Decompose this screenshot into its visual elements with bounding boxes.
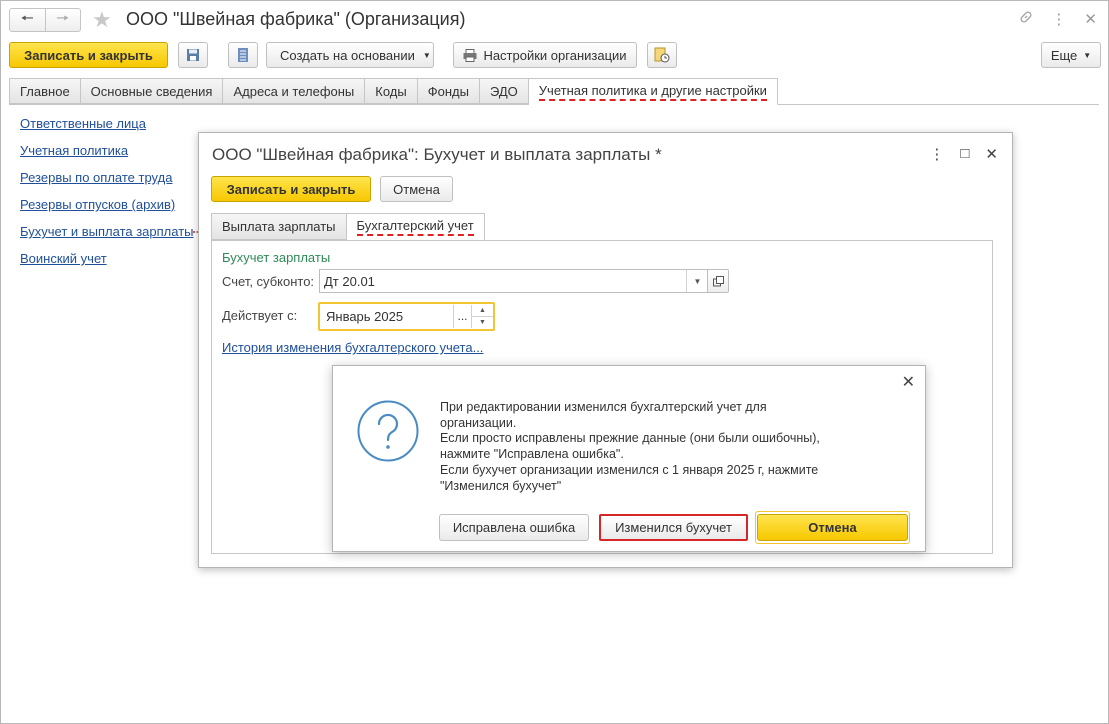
chevron-down-icon[interactable]: ▼ (472, 316, 493, 328)
document-list-icon (238, 48, 248, 62)
more-button[interactable]: Еще ▼ (1041, 42, 1101, 68)
forward-button[interactable]: 🠖 (44, 9, 81, 31)
link-military-records[interactable]: Воинский учет (20, 252, 194, 279)
link-payroll-accounting[interactable]: Бухучет и выплата зарплаты (20, 225, 194, 252)
tab-codes[interactable]: Коды (365, 78, 418, 104)
printer-icon (463, 48, 477, 62)
tab-edo[interactable]: ЭДО (479, 78, 529, 104)
vertical-dots-icon[interactable]: ⋮ (929, 145, 944, 163)
tab-label: Главное (20, 83, 70, 99)
create-based-on-label: Создать на основании (280, 47, 415, 63)
maximize-icon[interactable]: □ (960, 145, 969, 163)
report-button[interactable] (647, 42, 677, 68)
close-icon[interactable]: ✕ (985, 145, 998, 163)
create-based-on-button[interactable]: Создать на основании ▼ (266, 42, 434, 68)
account-field[interactable]: Дт 20.01 ▼ (319, 269, 709, 293)
arrow-right-icon: 🠖 (56, 9, 70, 27)
accounting-changed-button[interactable]: Изменился бухучет (599, 514, 748, 541)
fixed-error-button[interactable]: Исправлена ошибка (439, 514, 589, 541)
tab-label: Выплата зарплаты (222, 219, 336, 234)
message-line: организации. (440, 415, 517, 430)
chevron-down-icon: ▼ (1083, 50, 1092, 60)
tab-label: Фонды (427, 83, 469, 99)
floppy-icon (187, 49, 199, 61)
document-list-button[interactable] (228, 42, 258, 68)
close-icon[interactable]: ✕ (902, 372, 915, 392)
group-title: Бухучет зарплаты (222, 250, 331, 265)
arrow-left-icon: 🠔 (20, 9, 34, 27)
vertical-dots-icon[interactable]: ⋮ (1051, 10, 1066, 28)
subwindow-title: ООО "Швейная фабрика": Бухучет и выплата… (212, 145, 662, 164)
account-value: Дт 20.01 (324, 273, 375, 289)
tab-label: Основные сведения (90, 83, 213, 99)
tab-label: Бухгалтерский учет (356, 218, 474, 236)
link-payroll-reserves[interactable]: Резервы по оплате труда (20, 171, 194, 198)
open-account-button[interactable] (707, 269, 729, 293)
report-clock-icon (654, 47, 670, 63)
link-icon[interactable] (1019, 10, 1033, 28)
open-window-icon (712, 275, 724, 286)
dialog-message: При редактировании изменился бухгалтерск… (440, 400, 860, 494)
tab-funds[interactable]: Фонды (417, 78, 480, 104)
question-icon (357, 400, 419, 462)
message-line: "Изменился бухучет" (440, 478, 562, 493)
tab-label: Учетная политика и другие настройки (538, 83, 767, 101)
main-tabs: Главное Основные сведения Адреса и телеф… (9, 78, 778, 105)
more-label: Еще (1050, 47, 1078, 63)
message-line: нажмите "Исправлена ошибка". (440, 447, 624, 462)
org-settings-button[interactable]: Настройки организации (453, 42, 637, 68)
period-stepper[interactable]: ▲ ▼ (471, 305, 493, 328)
window-controls: ⋮ ✕ (1019, 10, 1097, 28)
confirmation-dialog: ✕ При редактировании изменился бухгалтер… (332, 365, 926, 552)
link-accounting-policy[interactable]: Учетная политика (20, 144, 194, 171)
account-label: Счет, субконто: (222, 274, 315, 289)
star-icon[interactable]: ★ (92, 7, 112, 33)
select-period-button[interactable]: ... (453, 305, 471, 328)
navigation-group: 🠔 🠖 (9, 8, 81, 32)
effective-date-value: Январь 2025 (326, 309, 404, 324)
tab-addresses[interactable]: Адреса и телефоны (223, 78, 366, 104)
tab-label: ЭДО (489, 83, 518, 99)
org-settings-label: Настройки организации (483, 47, 627, 63)
back-button[interactable]: 🠔 (10, 9, 45, 31)
tab-accounting-policy[interactable]: Учетная политика и другие настройки (528, 78, 778, 105)
link-vacation-reserves[interactable]: Резервы отпусков (архив) (20, 198, 194, 225)
tab-label: Адреса и телефоны (233, 83, 355, 99)
message-line: Если бухучет организации изменился с 1 я… (440, 462, 819, 477)
link-responsible-persons[interactable]: Ответственные лица (20, 117, 194, 144)
subwindow-controls: ⋮ □ ✕ (929, 145, 998, 163)
chevron-down-icon: ▼ (422, 50, 431, 60)
dialog-cancel-button[interactable]: Отмена (757, 514, 908, 541)
tab-basic-info[interactable]: Основные сведения (80, 78, 224, 104)
tab-label: Коды (375, 83, 407, 99)
subwindow-cancel-button[interactable]: Отмена (380, 176, 453, 202)
close-icon[interactable]: ✕ (1084, 10, 1097, 28)
chevron-down-icon[interactable]: ▼ (686, 270, 708, 292)
message-line: При редактировании изменился бухгалтерск… (440, 400, 767, 414)
tab-salary-payment[interactable]: Выплата зарплаты (211, 213, 347, 240)
effective-date-field[interactable]: Январь 2025 ... ▲ ▼ (318, 302, 495, 331)
side-links: Ответственные лица Учетная политика Резе… (20, 117, 194, 279)
subwindow-tabs: Выплата зарплаты Бухгалтерский учет (211, 213, 485, 241)
effective-label: Действует с: (222, 308, 298, 323)
save-close-button[interactable]: Записать и закрыть (9, 42, 168, 68)
chevron-up-icon[interactable]: ▲ (472, 305, 493, 316)
subwindow-save-close-button[interactable]: Записать и закрыть (211, 176, 371, 202)
message-line: Если просто исправлены прежние данные (о… (440, 431, 820, 446)
history-link[interactable]: История изменения бухгалтерского учета..… (222, 340, 483, 355)
tab-accounting[interactable]: Бухгалтерский учет (346, 213, 485, 241)
save-button[interactable] (178, 42, 208, 68)
title-bar: 🠔 🠖 ★ ООО "Швейная фабрика" (Организация… (0, 0, 1109, 40)
tab-main[interactable]: Главное (9, 78, 81, 104)
window-title: ООО "Швейная фабрика" (Организация) (126, 9, 466, 29)
